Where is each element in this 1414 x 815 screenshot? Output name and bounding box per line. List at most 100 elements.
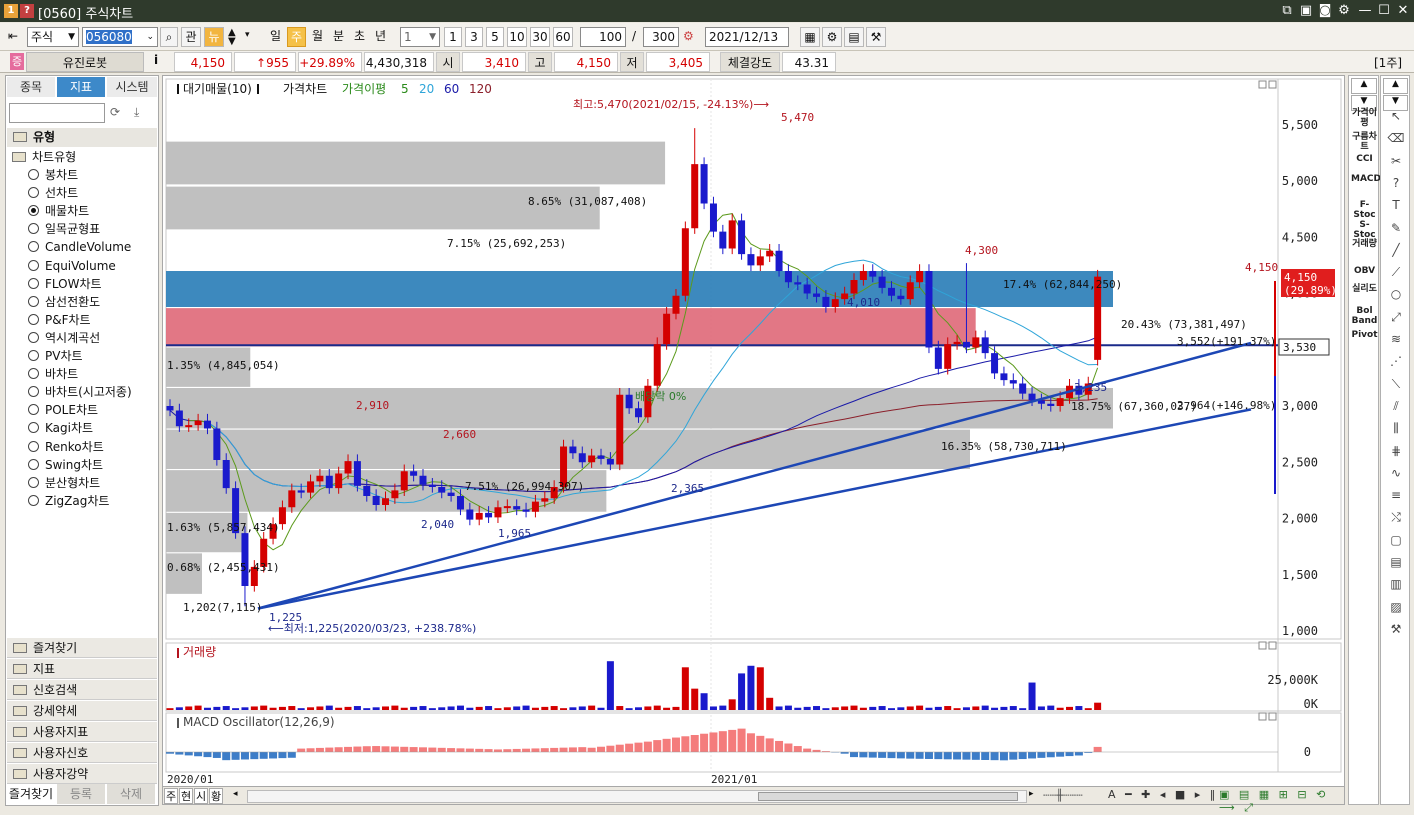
quick-interval-button[interactable]: 3 (465, 27, 483, 47)
quick-interval-button[interactable]: 1 (444, 27, 462, 47)
status-tab[interactable]: 주 (164, 788, 178, 804)
chart-type-option[interactable]: PV차트 (28, 347, 83, 365)
radio-icon[interactable] (28, 314, 39, 325)
folder-item[interactable]: 지표 (7, 659, 157, 679)
period-button[interactable]: 월 (308, 27, 327, 47)
period-button[interactable]: 분 (329, 27, 348, 47)
interval-select[interactable]: 1▼ (400, 27, 440, 47)
chart-type-option[interactable]: Swing차트 (28, 456, 103, 474)
updown-icon[interactable]: ▲▼ (228, 28, 236, 46)
indicator-shortcut[interactable]: CCI (1351, 154, 1378, 164)
radio-icon[interactable] (28, 368, 39, 379)
indicator-shortcut[interactable]: 구름차트 (1351, 132, 1378, 152)
radio-icon[interactable] (28, 386, 39, 397)
folder-item[interactable]: 사용자신호 (7, 743, 157, 763)
radio-icon[interactable] (28, 459, 39, 470)
folder-item[interactable]: 신호검색 (7, 680, 157, 700)
chart-type-option[interactable]: 선차트 (28, 184, 78, 202)
wave-icon[interactable]: ∿ (1387, 465, 1405, 481)
eraser-icon[interactable]: ⌫ (1387, 130, 1405, 146)
circle-icon[interactable]: ○ (1387, 286, 1405, 302)
quick-interval-button[interactable]: 30 (530, 27, 550, 47)
camera-icon[interactable]: ◙ (1316, 3, 1334, 19)
radio-icon[interactable] (28, 495, 39, 506)
maximize-icon[interactable]: ☐ (1375, 3, 1393, 19)
chart-type-option[interactable]: 일목균형표 (28, 220, 100, 238)
grid-icon[interactable]: ≡ (1387, 487, 1405, 503)
zigzag-icon[interactable]: ≋ (1387, 331, 1405, 347)
download-icon[interactable]: ⤓ (134, 105, 139, 120)
refresh-icon[interactable]: ⟳ (110, 105, 120, 119)
indicator-shortcut[interactable]: 실리도 (1351, 284, 1378, 294)
chart-type-option[interactable]: Renko차트 (28, 438, 104, 456)
pin-icon[interactable]: ⧉ (1278, 3, 1296, 19)
copy-icon[interactable]: ▤ (1387, 554, 1405, 570)
arrow-icon[interactable]: ⤢ (1387, 309, 1405, 325)
indicator-search-input[interactable] (9, 103, 105, 123)
chart-type-option[interactable]: ZigZag차트 (28, 492, 109, 510)
chart-type-option[interactable]: 삼선전환도 (28, 293, 100, 311)
radio-icon[interactable] (28, 332, 39, 343)
line-icon[interactable]: ╱ (1387, 242, 1405, 258)
indicator-shortcut[interactable]: MACD (1351, 174, 1378, 184)
scroll-up-icon[interactable]: ▲ (1383, 78, 1408, 94)
news-button[interactable]: 뉴 (204, 27, 224, 47)
window-icon[interactable]: ▢ (1387, 532, 1405, 548)
gwan-button[interactable]: 관 (181, 27, 201, 47)
quick-interval-button[interactable]: 10 (507, 27, 527, 47)
radio-icon[interactable] (28, 241, 39, 252)
folder-item[interactable]: 사용자강약 (7, 764, 157, 784)
fib-icon[interactable]: ⋰ (1387, 353, 1405, 369)
gear-icon[interactable]: ⚙ (1335, 3, 1353, 19)
chart-type-option[interactable]: 봉차트 (28, 166, 78, 184)
scroll-up-icon[interactable]: ▲ (1351, 78, 1377, 94)
radio-icon[interactable] (28, 477, 39, 488)
tab-2[interactable]: 시스템 (107, 77, 157, 97)
bottom-tab[interactable]: 등록 (57, 784, 105, 804)
chart-type-option[interactable]: EquiVolume (28, 257, 116, 275)
search-icon[interactable]: ⌕ (160, 27, 178, 47)
fan-icon[interactable]: ⟍ (1387, 376, 1405, 392)
bottom-tab[interactable]: 즐겨찾기 (7, 784, 55, 804)
total-input[interactable]: 300 (643, 27, 679, 47)
radio-icon[interactable] (28, 169, 39, 180)
save-icon[interactable]: ▤ (844, 27, 864, 47)
zoom-slider-icon[interactable]: ┄┄╫┄┄┄ (1043, 789, 1083, 802)
radio-icon[interactable] (28, 278, 39, 289)
cursor-icon[interactable]: ↖ (1387, 108, 1405, 124)
indicator-shortcut[interactable]: 가격이평 (1351, 108, 1378, 128)
period-button[interactable]: 초 (350, 27, 369, 47)
chart-type-group[interactable]: 차트유형 (12, 148, 76, 166)
auto-icon[interactable]: ⤭ (1387, 509, 1405, 525)
indicator-shortcut[interactable]: Bol Band (1351, 306, 1378, 326)
chart-type-option[interactable]: 역시계곡선 (28, 329, 100, 347)
chart-type-option[interactable]: POLE차트 (28, 401, 98, 419)
period-button[interactable]: 일 (266, 27, 285, 47)
help-badge[interactable]: ? (20, 4, 34, 18)
stock-name[interactable]: 유진로봇 (26, 52, 144, 72)
indicator-shortcut[interactable]: F-Stoc (1351, 200, 1378, 220)
chart-type-option[interactable]: 분산형차트 (28, 474, 100, 492)
tab-0[interactable]: 종목 (7, 77, 55, 97)
delete-all-icon[interactable]: ✂ (1387, 153, 1405, 169)
ray-icon[interactable]: ⟋ (1387, 264, 1405, 280)
wrench-icon[interactable]: ⚒ (1387, 621, 1405, 637)
chart-type-option[interactable]: 바차트 (28, 365, 78, 383)
indicator-shortcut[interactable]: OBV (1351, 266, 1378, 276)
count-input[interactable]: 100 (580, 27, 626, 47)
status-tab[interactable]: 황 (209, 788, 223, 804)
radio-icon[interactable] (28, 187, 39, 198)
quick-interval-button[interactable]: 60 (553, 27, 573, 47)
info-icon[interactable]: i (154, 53, 158, 67)
radio-icon[interactable] (28, 422, 39, 433)
radio-icon[interactable] (28, 205, 39, 216)
gear-icon[interactable]: ⚙ (822, 27, 842, 47)
folder-item[interactable]: 사용자지표 (7, 722, 157, 742)
period-button[interactable]: 주 (287, 27, 306, 47)
scroll-left-icon[interactable]: ◂ (233, 789, 238, 799)
gann-icon[interactable]: ⋕ (1387, 443, 1405, 459)
navigation-icons[interactable]: A ━ ✚ ◂ ■ ▸ ‖ (1108, 788, 1218, 801)
chart-type-icon[interactable]: ▦ (800, 27, 820, 47)
status-tab[interactable]: 시 (194, 788, 208, 804)
market-select[interactable]: 주식▼ (27, 27, 79, 47)
